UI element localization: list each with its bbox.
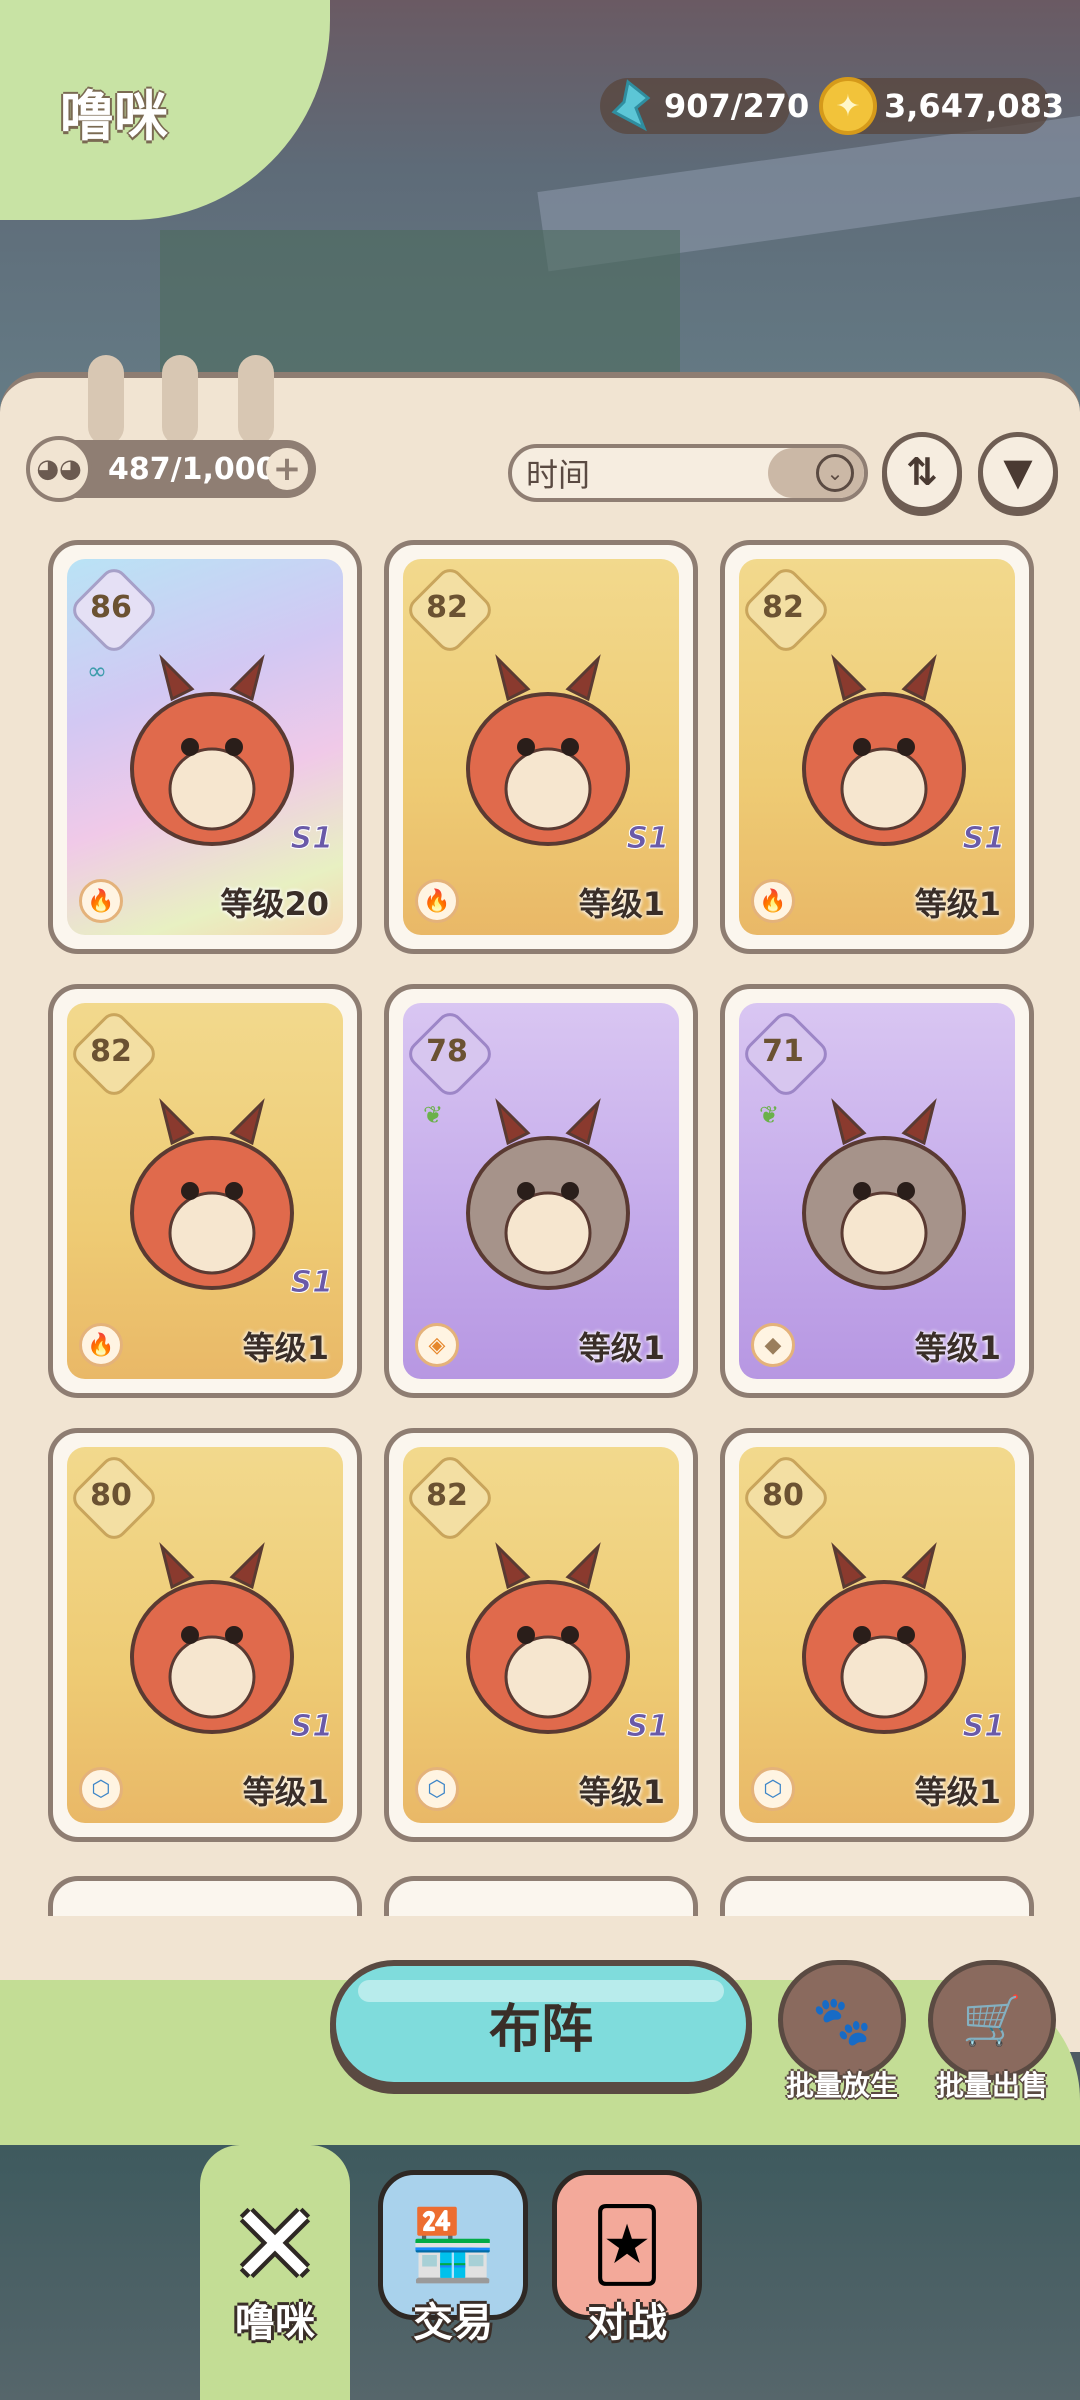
link-icon: ∞: [87, 657, 107, 685]
pet-face-icon: ◕◕: [26, 436, 92, 502]
season-mark: S1: [626, 1709, 669, 1745]
release-pet-icon: 🐾: [812, 1992, 872, 2049]
binder-tab: [238, 355, 274, 445]
binder-tab: [162, 355, 198, 445]
power-badge: 80: [75, 1459, 147, 1531]
card-level: 等级1: [914, 1773, 1001, 1811]
season-mark: S1: [290, 1265, 333, 1301]
card-level: 等级1: [914, 1329, 1001, 1367]
pet-card-partial[interactable]: [384, 1876, 698, 1916]
element-orange-icon: ◈: [415, 1323, 459, 1367]
element-fire-icon: 🔥: [415, 879, 459, 923]
season-mark: S1: [290, 1709, 333, 1745]
power-badge: 82: [411, 1459, 483, 1531]
stone-rhino-icon: [769, 1063, 999, 1313]
shopping-cart-icon: 🛒: [962, 1992, 1022, 2049]
pet-card[interactable]: S1 82 🔥 等级1: [384, 540, 698, 954]
power-badge: 80: [747, 1459, 819, 1531]
deploy-button[interactable]: 布阵: [330, 1960, 752, 2088]
card-level: 等级1: [578, 1329, 665, 1367]
trade-machine-icon: 🏪: [409, 2203, 497, 2286]
energy-crystal-icon: [594, 72, 662, 140]
element-blue-icon: ⬡: [79, 1767, 123, 1811]
pet-card[interactable]: S1 82 🔥 等级1: [720, 540, 1034, 954]
power-badge: 82: [411, 571, 483, 643]
power-badge: 86: [75, 571, 147, 643]
leaf-icon: ❦: [759, 1101, 780, 1129]
coin-counter[interactable]: ✦ 3,647,083: [819, 77, 1064, 135]
energy-value: 907/270: [664, 87, 810, 125]
page-title: 噜咪: [60, 85, 168, 148]
sort-dropdown[interactable]: 时间 ⌄: [508, 444, 868, 502]
element-fire-icon: 🔥: [79, 879, 123, 923]
battle-cards-icon: 🃏: [591, 2204, 663, 2286]
pet-card[interactable]: 78 ❦ ◈ 等级1: [384, 984, 698, 1398]
card-level: 等级1: [914, 885, 1001, 923]
muscular-fox-icon: [433, 1063, 663, 1313]
sort-toggle-icon: ⇅: [906, 450, 938, 494]
pet-card-partial[interactable]: [48, 1876, 362, 1916]
card-level: 等级1: [242, 1773, 329, 1811]
sort-label: 时间: [526, 456, 591, 494]
coin-value: 3,647,083: [884, 87, 1065, 125]
pet-capacity: ◕◕ 487/1,000 +: [26, 436, 316, 502]
chevron-down-icon: ⌄: [816, 454, 854, 492]
pet-card[interactable]: 71 ❦ ◆ 等级1: [720, 984, 1034, 1398]
sort-order-button[interactable]: ⇅: [882, 432, 962, 512]
binder-tab: [88, 355, 124, 445]
energy-counter[interactable]: 907/270: [600, 78, 809, 134]
nav-label-lumi: 噜咪: [235, 2300, 315, 2346]
element-rock-icon: ◆: [751, 1323, 795, 1367]
pet-card[interactable]: S1 80 ⬡ 等级1: [48, 1428, 362, 1842]
gold-coin-icon: ✦: [814, 72, 882, 140]
season-mark: S1: [626, 821, 669, 857]
element-fire-icon: 🔥: [751, 879, 795, 923]
element-fire-icon: 🔥: [79, 1323, 123, 1367]
card-level: 等级1: [578, 885, 665, 923]
element-blue-icon: ⬡: [751, 1767, 795, 1811]
card-level: 等级1: [242, 1329, 329, 1367]
nav-label-trade: 交易: [413, 2300, 493, 2346]
power-badge: 78: [411, 1015, 483, 1087]
expand-capacity-button[interactable]: +: [266, 448, 308, 490]
filter-icon: ▼: [1003, 450, 1033, 494]
power-badge: 71: [747, 1015, 819, 1087]
card-level: 等级1: [578, 1773, 665, 1811]
leaf-icon: ❦: [423, 1101, 444, 1129]
batch-sell-button[interactable]: 🛒: [928, 1960, 1056, 2080]
deploy-label: 布阵: [488, 1999, 593, 2060]
pet-card[interactable]: S1 82 ⬡ 等级1: [384, 1428, 698, 1842]
nav-label-battle: 对战: [587, 2300, 667, 2346]
season-mark: S1: [962, 821, 1005, 857]
filter-button[interactable]: ▼: [978, 432, 1058, 512]
pet-card-partial[interactable]: [720, 1876, 1034, 1916]
season-mark: S1: [290, 821, 333, 857]
pet-card[interactable]: S1 80 ⬡ 等级1: [720, 1428, 1034, 1842]
batch-release-button[interactable]: 🐾: [778, 1960, 906, 2080]
batch-sell-label: 批量出售: [935, 2069, 1048, 2102]
pet-card[interactable]: S1 86 ∞ 🔥 等级20: [48, 540, 362, 954]
pet-capacity-value: 487/1,000: [108, 451, 277, 487]
card-level: 等级20: [220, 885, 329, 923]
season-mark: S1: [962, 1709, 1005, 1745]
pet-card[interactable]: S1 82 🔥 等级1: [48, 984, 362, 1398]
power-badge: 82: [75, 1015, 147, 1087]
bottom-nav-bar: [0, 2145, 1080, 2400]
element-blue-icon: ⬡: [415, 1767, 459, 1811]
power-badge: 82: [747, 571, 819, 643]
